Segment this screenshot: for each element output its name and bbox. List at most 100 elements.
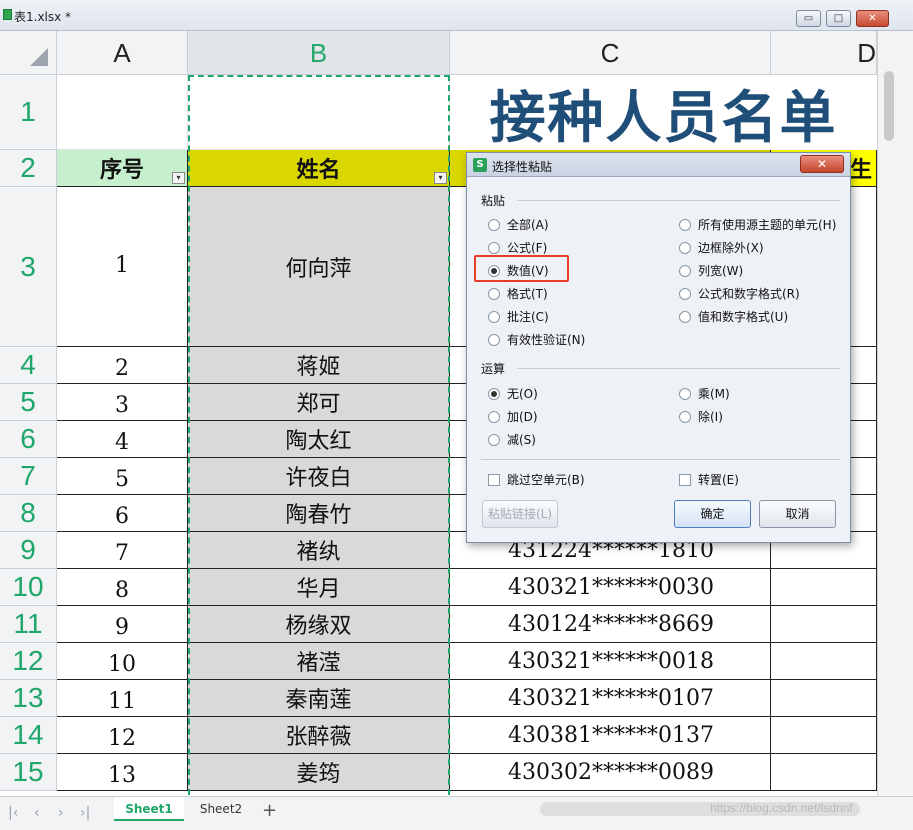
cell-name[interactable]: 郑可 <box>188 384 450 421</box>
row-header-13[interactable]: 13 <box>0 680 57 717</box>
ok-button[interactable]: 确定 <box>674 500 751 528</box>
cell-serial-no[interactable]: 4 <box>57 421 188 458</box>
cell-name[interactable]: 姜筠 <box>188 754 450 791</box>
row-header-2[interactable]: 2 <box>0 150 57 187</box>
operation-radio-1[interactable]: 加(D) <box>488 408 538 425</box>
paste-right-radio-4[interactable]: 值和数字格式(U) <box>679 308 788 325</box>
radio-button[interactable] <box>488 433 500 446</box>
column-header-a[interactable]: A <box>57 31 188 75</box>
skip-blanks-checkbox[interactable]: 跳过空单元(B) <box>488 471 585 488</box>
paste-right-radio-3[interactable]: 公式和数字格式(R) <box>679 285 800 302</box>
radio-button[interactable] <box>488 264 500 277</box>
cell-name[interactable]: 许夜白 <box>188 458 450 495</box>
paste-radio-5[interactable]: 有效性验证(N) <box>488 331 585 348</box>
vertical-scrollbar[interactable] <box>877 31 913 796</box>
radio-button[interactable] <box>488 310 500 323</box>
row-header-3[interactable]: 3 <box>0 187 57 347</box>
column-header-d[interactable]: D <box>771 31 877 75</box>
row-header-11[interactable]: 11 <box>0 606 57 643</box>
cell-id-number[interactable]: 430124******8669 <box>450 606 771 643</box>
header-cell-no[interactable]: 序号 ▾ <box>57 150 188 187</box>
cell-id-number[interactable]: 430321******0018 <box>450 643 771 680</box>
radio-button[interactable] <box>679 410 691 423</box>
cell-name[interactable]: 华月 <box>188 569 450 606</box>
operation-right-radio-1[interactable]: 除(I) <box>679 408 723 425</box>
radio-button[interactable] <box>488 287 500 300</box>
checkbox-box[interactable] <box>488 473 500 486</box>
tab-sheet2[interactable]: Sheet2 <box>188 797 254 821</box>
restore-button[interactable]: □ <box>826 10 851 27</box>
cell-serial-no[interactable]: 7 <box>57 532 188 569</box>
cell-col-d[interactable] <box>771 754 877 791</box>
radio-button[interactable] <box>679 287 691 300</box>
cell-name[interactable]: 褚滢 <box>188 643 450 680</box>
operation-radio-0[interactable]: 无(O) <box>488 385 538 402</box>
operation-radio-2[interactable]: 减(S) <box>488 431 536 448</box>
row-header-10[interactable]: 10 <box>0 569 57 606</box>
checkbox-box[interactable] <box>679 473 691 486</box>
cell-name[interactable]: 杨缘双 <box>188 606 450 643</box>
cell-id-number[interactable]: 430321******0107 <box>450 680 771 717</box>
cell-name[interactable]: 何向萍 <box>188 187 450 347</box>
cell-col-d[interactable] <box>771 569 877 606</box>
vertical-scroll-thumb[interactable] <box>884 71 894 141</box>
radio-button[interactable] <box>488 218 500 231</box>
column-header-c[interactable]: C <box>450 31 771 75</box>
radio-button[interactable] <box>488 387 500 400</box>
paste-right-radio-0[interactable]: 所有使用源主题的单元(H) <box>679 216 836 233</box>
cell-serial-no[interactable]: 10 <box>57 643 188 680</box>
paste-link-button[interactable]: 粘贴链接(L) <box>482 500 558 528</box>
tab-sheet1[interactable]: Sheet1 <box>114 797 184 821</box>
radio-button[interactable] <box>679 264 691 277</box>
row-header-1[interactable]: 1 <box>0 75 57 150</box>
close-window-button[interactable]: ✕ <box>856 10 889 27</box>
cell-serial-no[interactable]: 13 <box>57 754 188 791</box>
cell-col-d[interactable] <box>771 717 877 754</box>
paste-radio-2[interactable]: 数值(V) <box>488 262 549 279</box>
header-cell-name[interactable]: 姓名 ▾ <box>188 150 450 187</box>
row-header-6[interactable]: 6 <box>0 421 57 458</box>
next-sheet-icon[interactable]: › <box>58 805 64 821</box>
paste-radio-3[interactable]: 格式(T) <box>488 285 548 302</box>
paste-right-radio-1[interactable]: 边框除外(X) <box>679 239 764 256</box>
paste-radio-1[interactable]: 公式(F) <box>488 239 547 256</box>
cell-serial-no[interactable]: 8 <box>57 569 188 606</box>
cell-col-d[interactable] <box>771 643 877 680</box>
row-header-12[interactable]: 12 <box>0 643 57 680</box>
cell-col-d[interactable] <box>771 680 877 717</box>
filter-dropdown-icon[interactable]: ▾ <box>172 172 185 184</box>
add-sheet-icon[interactable]: + <box>262 800 277 821</box>
row-header-9[interactable]: 9 <box>0 532 57 569</box>
dialog-close-button[interactable]: ✕ <box>800 155 844 173</box>
radio-button[interactable] <box>679 387 691 400</box>
last-sheet-icon[interactable]: ›| <box>80 805 90 821</box>
cancel-button[interactable]: 取消 <box>759 500 836 528</box>
row-header-8[interactable]: 8 <box>0 495 57 532</box>
cell-name[interactable]: 褚纨 <box>188 532 450 569</box>
paste-radio-0[interactable]: 全部(A) <box>488 216 549 233</box>
row-header-7[interactable]: 7 <box>0 458 57 495</box>
cell-b1[interactable] <box>188 75 450 150</box>
radio-button[interactable] <box>679 310 691 323</box>
first-sheet-icon[interactable]: |‹ <box>8 805 18 821</box>
cell-name[interactable]: 秦南莲 <box>188 680 450 717</box>
cell-a1[interactable] <box>57 75 188 150</box>
paste-radio-4[interactable]: 批注(C) <box>488 308 549 325</box>
transpose-checkbox[interactable]: 转置(E) <box>679 471 739 488</box>
column-header-b[interactable]: B <box>188 31 450 75</box>
cell-serial-no[interactable]: 12 <box>57 717 188 754</box>
row-header-4[interactable]: 4 <box>0 347 57 384</box>
select-all-corner[interactable] <box>0 31 57 75</box>
cell-serial-no[interactable]: 6 <box>57 495 188 532</box>
cell-serial-no[interactable]: 11 <box>57 680 188 717</box>
cell-id-number[interactable]: 430381******0137 <box>450 717 771 754</box>
radio-button[interactable] <box>488 333 500 346</box>
paste-right-radio-2[interactable]: 列宽(W) <box>679 262 743 279</box>
minimize-button[interactable]: ▭ <box>796 10 821 27</box>
radio-button[interactable] <box>679 241 691 254</box>
cell-serial-no[interactable]: 2 <box>57 347 188 384</box>
cell-name[interactable]: 蒋姬 <box>188 347 450 384</box>
row-header-15[interactable]: 15 <box>0 754 57 791</box>
row-header-5[interactable]: 5 <box>0 384 57 421</box>
cell-serial-no[interactable]: 3 <box>57 384 188 421</box>
